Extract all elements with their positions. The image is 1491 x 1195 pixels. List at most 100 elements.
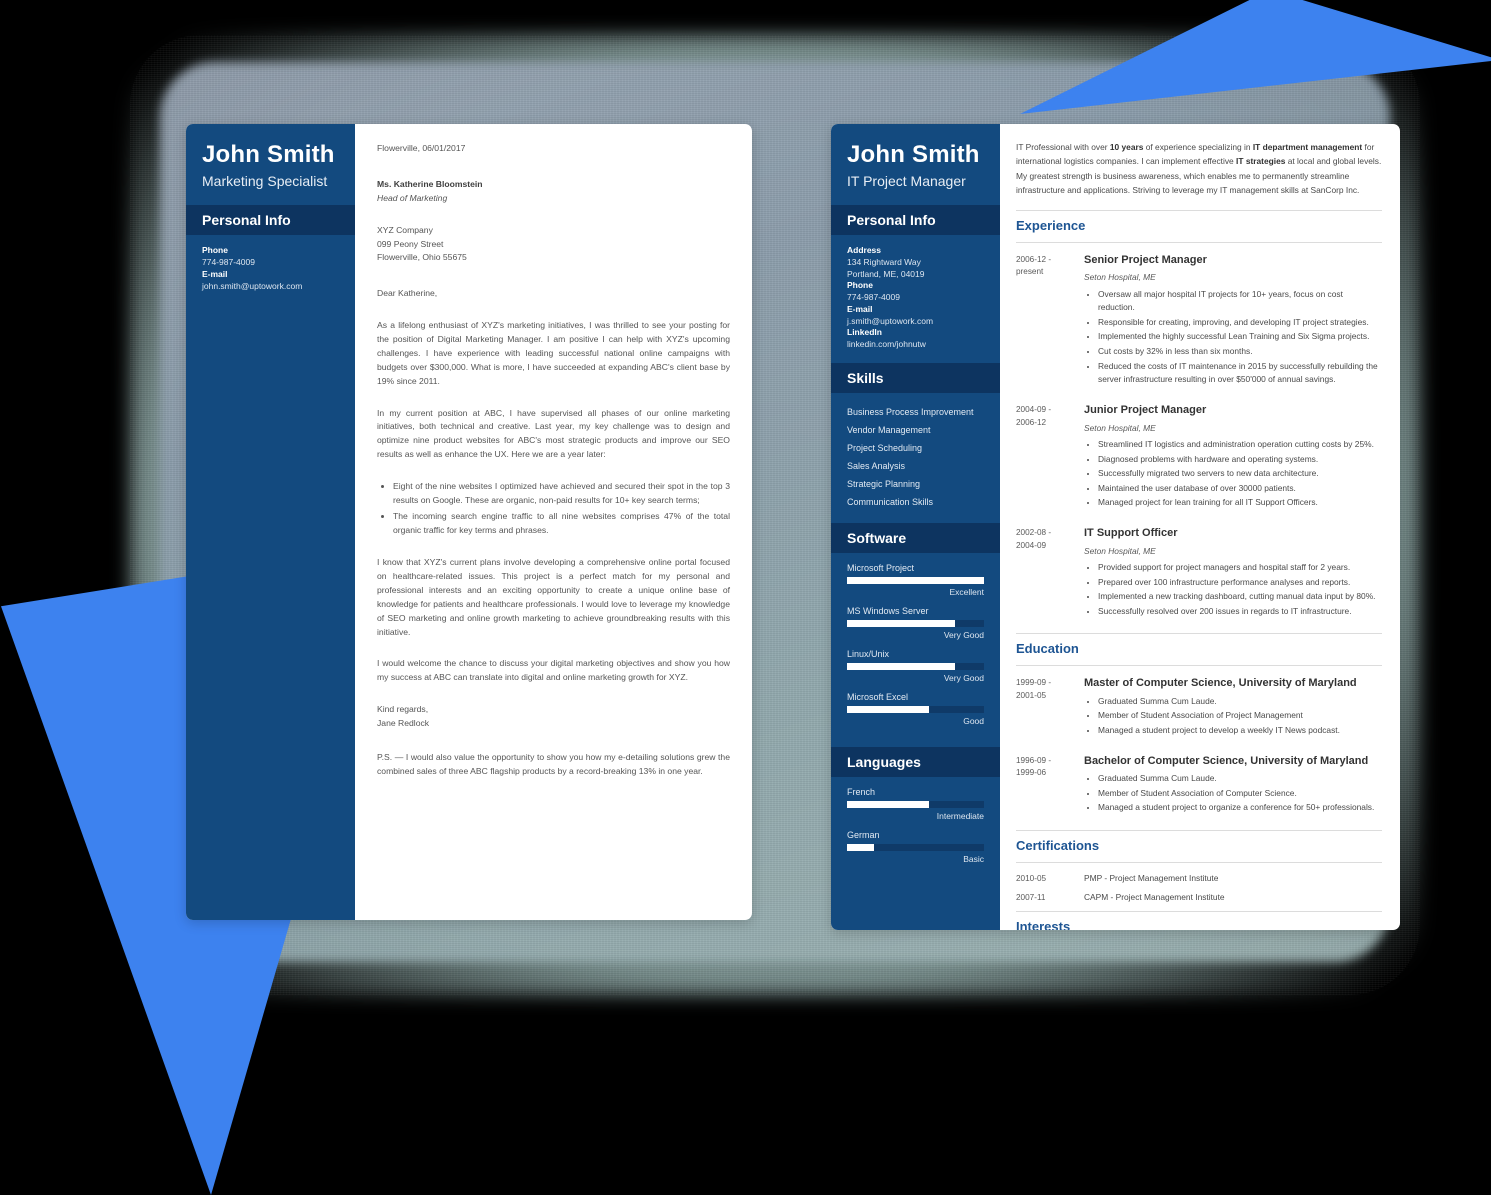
letter-date-line: Flowerville, 06/01/2017 <box>377 143 466 153</box>
language-item-label: German <box>847 829 880 840</box>
software-item-label: Microsoft Project <box>847 562 915 573</box>
email-value: j.smith@uptowork.com <box>847 315 934 326</box>
entry-date: 2002-08 - 2004-09 <box>1016 527 1052 550</box>
entry-title: Bachelor of Computer Science, University… <box>1084 754 1369 767</box>
language-item: German Basic <box>847 830 984 864</box>
certification-date: 2007-11 <box>1016 893 1046 903</box>
software-item-bar-fill <box>847 619 956 627</box>
software-item-rating: Good <box>963 715 984 726</box>
entry-bullet-list: Oversaw all major hospital IT projects f… <box>1084 288 1382 387</box>
software-item-rating: Very Good <box>943 672 984 683</box>
phone-label: Phone <box>202 245 228 256</box>
education-section-header: Education <box>1016 633 1382 667</box>
letter-paragraph: I would welcome the chance to discuss yo… <box>377 658 730 683</box>
entry-bullet: Successfully migrated two servers to new… <box>1098 467 1382 481</box>
software-item-rating: Very Good <box>943 629 984 640</box>
language-item-bar-fill <box>847 800 930 808</box>
entry-bullet: Successfully resolved over 200 issues in… <box>1098 605 1382 619</box>
letter-closing: Kind regards, <box>377 704 429 715</box>
resume-languages-header: Languages <box>831 746 1000 777</box>
summary-text: IT Professional with over <box>1016 142 1110 152</box>
entry-bullet: Responsible for creating, improving, and… <box>1098 316 1382 330</box>
entry-bullet: Graduated Summa Cum Laude. <box>1098 772 1382 786</box>
summary-text: of experience specializing in <box>1143 142 1253 152</box>
entry-row: 2002-08 - 2004-09 IT Support Officer Seton… <box>1016 525 1382 619</box>
software-item: Microsoft Excel Good <box>847 692 984 726</box>
contact-field: LinkedIn linkedin.com/johnutw <box>847 327 984 350</box>
linkedin-label: LinkedIn <box>847 327 882 338</box>
skill-item: Vendor Management <box>847 424 931 435</box>
skill-item: Strategic Planning <box>847 478 921 489</box>
certification-row: 2010-05 PMP - Project Management Institut… <box>1016 872 1382 885</box>
entry-main: Senior Project Manager Seton Hospital, ME… <box>1084 252 1382 388</box>
entry-main: Junior Project Manager Seton Hospital, ME… <box>1084 402 1382 511</box>
cover-letter-document[interactable]: John Smith Marketing Specialist Personal… <box>186 124 752 920</box>
contact-field: E-mail john.smith@uptowork.com <box>202 269 339 292</box>
certification-name: PMP - Project Management Institute <box>1084 872 1219 883</box>
cover-letter-name: John Smith <box>202 141 335 168</box>
entry-main: Bachelor of Computer Science, University… <box>1084 753 1382 816</box>
letter-sender-name: Jane Redlock <box>377 718 430 729</box>
entry-bullet: Maintained the user database of over 300… <box>1098 482 1382 496</box>
entry-date: 1996-09 - 1999-06 <box>1016 755 1052 778</box>
skill-item: Sales Analysis <box>847 460 906 471</box>
language-item-bar-fill <box>847 843 875 851</box>
entry-date: 2004-09 - 2006-12 <box>1016 404 1052 427</box>
letter-postscript: P.S. — I would also value the opportunit… <box>377 751 730 776</box>
language-item-bar-track <box>847 800 984 808</box>
resume-languages-list: French Intermediate German Basic <box>831 777 1000 885</box>
software-item-bar-track <box>847 662 984 670</box>
address-line: Flowerville, Ohio 55675 <box>377 252 467 263</box>
letter-signature-block: Kind regards, Jane Redlock <box>377 703 730 731</box>
entry-row: 2004-09 - 2006-12 Junior Project Manager S… <box>1016 402 1382 511</box>
resume-personal-info-body: Address 134 Rightward Way Portland, ME, … <box>831 235 1000 362</box>
entry-bullet: Diagnosed problems with hardware and ope… <box>1098 453 1382 467</box>
contact-field: Address 134 Rightward Way Portland, ME, … <box>847 245 984 280</box>
skill-item: Project Scheduling <box>847 442 923 453</box>
resume-software-list: Microsoft Project Excellent MS Windows Ser… <box>831 553 1000 747</box>
experience-entries: 2006-12 - present Senior Project Manager S… <box>1016 252 1382 620</box>
entry-bullet-list: Graduated Summa Cum Laude.Member of Stud… <box>1084 772 1382 815</box>
resume-main-content: IT Professional with over 10 years of ex… <box>1000 124 1400 930</box>
resume-job-title: IT Project Manager <box>847 173 966 190</box>
entry-row: 1996-09 - 1999-06 Bachelor of Computer Sc… <box>1016 753 1382 816</box>
letter-recipient-name: Ms. Katherine Bloomstein <box>377 178 483 189</box>
letter-paragraph: In my current position at ABC, I have su… <box>377 407 730 460</box>
entry-bullet: Reduced the costs of IT maintenance in 2… <box>1098 360 1382 387</box>
entry-title: IT Support Officer <box>1084 526 1178 539</box>
entry-title: Senior Project Manager <box>1084 253 1207 266</box>
address-label: Address <box>847 245 882 256</box>
letter-bullet: The incoming search engine traffic to al… <box>393 510 730 538</box>
letter-company-address: XYZ Company 099 Peony Street Flowerville… <box>377 224 730 265</box>
letter-recipient-title: Head of Marketing <box>377 192 448 203</box>
software-item-bar-track <box>847 576 984 584</box>
entry-title: Master of Computer Science, University o… <box>1084 677 1357 690</box>
software-item-bar-fill <box>847 705 930 713</box>
cover-letter-personal-info-body: Phone 774-987-4009 E-mail john.smith@upt… <box>186 235 355 304</box>
certification-name: CAPM - Project Management Institute <box>1084 892 1225 903</box>
address-line: XYZ Company <box>377 224 433 235</box>
experience-section-header: Experience <box>1016 209 1382 243</box>
interests-section-header: Interests <box>1016 910 1382 930</box>
entry-date: 1999-09 - 2001-05 <box>1016 678 1052 700</box>
resume-skills-header: Skills <box>831 362 1000 393</box>
entry-organization: Seton Hospital, ME <box>1084 422 1156 433</box>
letter-greeting: Dear Katherine, <box>377 288 438 299</box>
entry-bullet: Member of Student Association of Project… <box>1098 709 1382 723</box>
resume-personal-info-header: Personal Info <box>831 205 1000 236</box>
summary-highlight: IT strategies <box>1236 156 1286 167</box>
email-value: john.smith@uptowork.com <box>202 280 303 291</box>
entry-bullet: Managed a student project to develop a w… <box>1098 724 1382 738</box>
education-entries: 1999-09 - 2001-05 Master of Computer Scie… <box>1016 675 1382 816</box>
resume-skills-list: Business Process Improvement Vendor Manag… <box>831 393 1000 523</box>
resume-document[interactable]: John Smith IT Project Manager Personal I… <box>831 124 1400 930</box>
entry-bullet: Managed project for lean training for al… <box>1098 496 1382 510</box>
entry-row: 2006-12 - present Senior Project Manager S… <box>1016 252 1382 388</box>
address-value: 134 Rightward Way Portland, ME, 04019 <box>847 257 925 279</box>
software-item-label: MS Windows Server <box>847 605 929 616</box>
language-item-rating: Intermediate <box>936 810 984 821</box>
email-label: E-mail <box>202 268 228 279</box>
summary-highlight: IT department management <box>1252 142 1363 152</box>
resume-software-header: Software <box>831 522 1000 553</box>
cover-letter-personal-info-header: Personal Info <box>186 205 355 236</box>
